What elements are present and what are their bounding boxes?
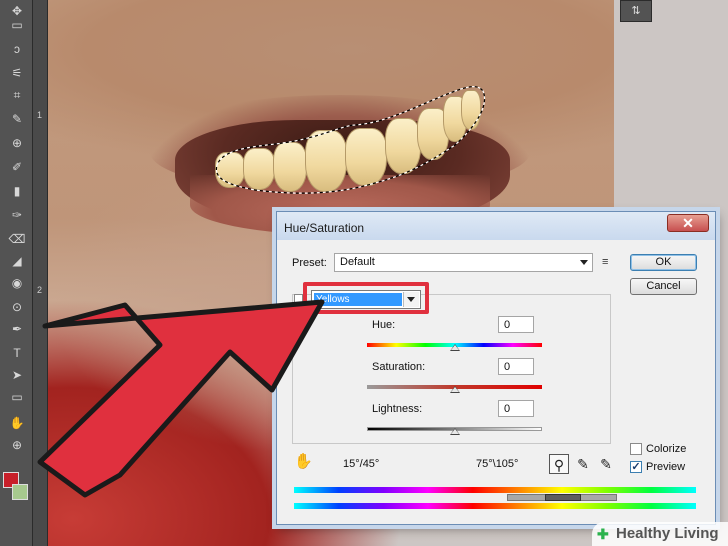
toolbar-tool-icon[interactable]: ⊙ (8, 298, 26, 316)
hue-slider-thumb[interactable] (449, 344, 460, 351)
saturation-slider-thumb[interactable] (449, 386, 460, 393)
saturation-label: Saturation: (372, 361, 426, 373)
toolbar-tool-icon[interactable]: ⌗ (8, 86, 26, 104)
lightness-input[interactable]: 0 (498, 400, 534, 417)
range-start-readout: 15°/45° (343, 458, 380, 470)
background-color-swatch[interactable] (12, 484, 28, 500)
preset-label: Preset: (292, 257, 327, 269)
tooth (215, 152, 245, 188)
hue-label: Hue: (372, 319, 396, 331)
range-slider-area (294, 493, 696, 503)
list-menu-icon[interactable]: ≡ (602, 256, 608, 268)
colorize-checkbox[interactable] (630, 443, 642, 455)
colorize-label: Colorize (646, 443, 687, 455)
eyedropper-icon[interactable]: ⚲ (549, 454, 569, 474)
adjustment-group (292, 294, 611, 444)
toolbar-tool-icon[interactable]: ▭ (8, 388, 26, 406)
tooth (385, 118, 421, 174)
toolbar-tool-icon[interactable]: ⊕ (8, 134, 26, 152)
plus-icon: ✚ (597, 526, 609, 542)
tooth (273, 142, 307, 192)
ruler-mark: 2 (37, 285, 43, 295)
output-color-bar (294, 503, 696, 509)
eyedropper-plus-icon[interactable]: ✎ (573, 454, 593, 474)
tooth (305, 130, 347, 192)
preset-value: Default (340, 256, 375, 268)
toolbar-tool-icon[interactable]: ◉ (8, 274, 26, 292)
toolbar-tool-icon[interactable]: ✋ (8, 414, 26, 432)
panel-toggle-button[interactable]: ⇅ (620, 0, 652, 22)
preview-label: Preview (646, 461, 686, 473)
hand-icon[interactable]: ✋ (294, 452, 313, 470)
close-button[interactable]: ✕ (667, 214, 709, 232)
preset-dropdown[interactable]: Default (334, 253, 593, 272)
toolbar-tool-icon[interactable]: ➤ (8, 366, 26, 384)
tooth (243, 148, 275, 190)
tooth (461, 90, 481, 130)
annotation-highlight-box (303, 282, 429, 314)
chevron-down-icon (580, 260, 588, 265)
watermark: ✚ Healthy Living (592, 522, 728, 546)
hue-input[interactable]: 0 (498, 316, 534, 333)
tooth (345, 128, 387, 186)
ruler-mark: 1 (37, 110, 43, 120)
toolbar-tool-icon[interactable]: ✎ (8, 110, 26, 128)
lightness-label: Lightness: (372, 403, 423, 415)
teeth (215, 90, 485, 195)
lightness-slider-thumb[interactable] (449, 428, 460, 435)
eyedropper-minus-icon[interactable]: ✎ (596, 454, 616, 474)
toolbar-tool-icon[interactable]: ⚟ (8, 64, 26, 82)
targeted-adjust-check[interactable] (294, 294, 303, 303)
toolbar-tool-icon[interactable]: ⊕ (8, 436, 26, 454)
toolbar-tool-icon[interactable]: ⌫ (8, 230, 26, 248)
preview-checkbox[interactable]: ✓ (630, 461, 642, 473)
toolbar-tool-icon[interactable]: ▮ (8, 182, 26, 200)
ok-button[interactable]: OK (630, 254, 697, 271)
range-core-slider[interactable] (545, 494, 581, 501)
toolbar-tool-icon[interactable]: ◢ (8, 252, 26, 270)
dialog-titlebar[interactable]: Hue/Saturation ✕ (277, 212, 715, 240)
toolbar-tool-icon[interactable]: ↄ (8, 40, 26, 58)
toolbar-tool-icon[interactable]: ✐ (8, 158, 26, 176)
range-end-readout: 75°\105° (476, 458, 519, 470)
saturation-input[interactable]: 0 (498, 358, 534, 375)
cancel-button[interactable]: Cancel (630, 278, 697, 295)
toolbar-tool-icon[interactable]: ▭ (8, 16, 26, 34)
toolbar-tool-icon[interactable]: ✒ (8, 320, 26, 338)
watermark-text: Healthy Living (616, 525, 719, 542)
toolbar-tool-icon[interactable]: ✑ (8, 206, 26, 224)
toolbar-tool-icon[interactable]: T (8, 344, 26, 362)
hue-saturation-dialog: Hue/Saturation ✕ Preset: Default ≡ OK Ca… (276, 211, 716, 525)
vertical-ruler: 1 2 (33, 0, 48, 546)
dialog-title: Hue/Saturation (284, 221, 365, 235)
